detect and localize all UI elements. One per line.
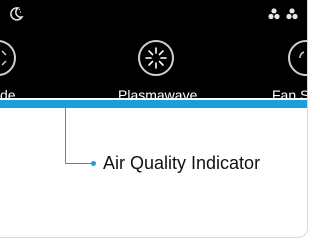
fan-speed-icon bbox=[286, 8, 298, 20]
control-panel: de Plasmawave Fan S bbox=[0, 0, 307, 102]
plasmawave-button[interactable] bbox=[138, 40, 174, 76]
callout-dot bbox=[91, 161, 96, 166]
fan-speed-button[interactable] bbox=[288, 40, 307, 76]
callout-line bbox=[65, 108, 66, 163]
plasmawave-icon bbox=[145, 47, 167, 69]
device-diagram: de Plasmawave Fan S Air Quality Indicato… bbox=[0, 0, 308, 238]
callout-line bbox=[65, 163, 93, 164]
mode-button[interactable] bbox=[0, 40, 16, 76]
mode-icon bbox=[1, 50, 7, 66]
air-quality-indicator-bar bbox=[0, 100, 307, 108]
fan-icon bbox=[299, 51, 305, 59]
moon-night-icon bbox=[10, 7, 24, 21]
air-quality-indicator-label: Air Quality Indicator bbox=[103, 153, 261, 173]
fan-speed-icon bbox=[268, 8, 280, 20]
